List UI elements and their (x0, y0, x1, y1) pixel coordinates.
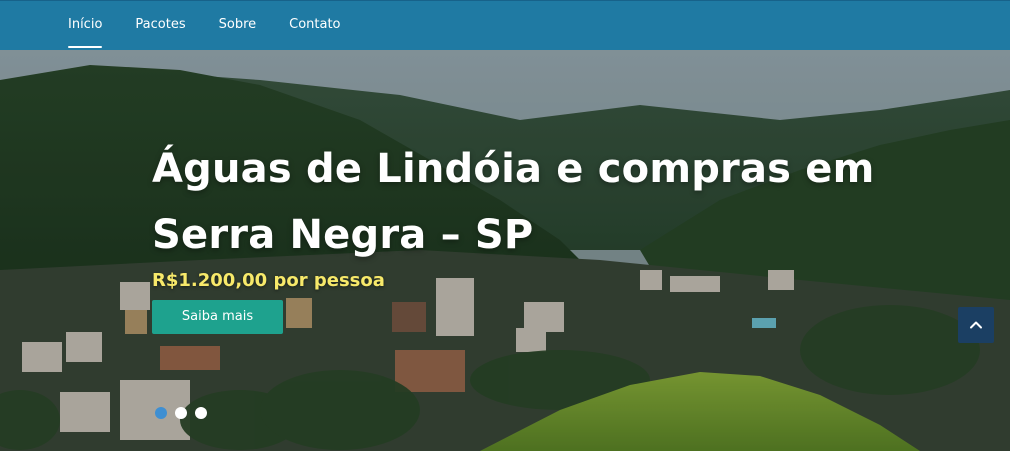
nav-item-inicio[interactable]: Início (68, 1, 103, 51)
hero-carousel: Águas de Lindóia e compras em Serra Negr… (0, 50, 1010, 451)
carousel-dot-2[interactable] (175, 407, 187, 419)
back-to-top-button[interactable] (958, 307, 994, 343)
nav-menu: Início Pacotes Sobre Contato (68, 1, 374, 51)
hero-title-line2: Serra Negra – SP (152, 212, 534, 258)
carousel-dot-1[interactable] (155, 407, 167, 419)
saiba-mais-button[interactable]: Saiba mais (152, 300, 283, 334)
nav-item-pacotes[interactable]: Pacotes (135, 1, 185, 51)
hero-price: R$1.200,00 por pessoa (152, 270, 385, 291)
carousel-indicators (155, 407, 215, 419)
chevron-up-icon (970, 321, 982, 329)
carousel-dot-3[interactable] (195, 407, 207, 419)
top-navbar: Início Pacotes Sobre Contato (0, 0, 1010, 50)
hero-title-line1: Águas de Lindóia e compras em (152, 146, 875, 192)
hero-title: Águas de Lindóia e compras em Serra Negr… (152, 136, 912, 268)
nav-item-contato[interactable]: Contato (289, 1, 340, 51)
nav-item-sobre[interactable]: Sobre (219, 1, 257, 51)
